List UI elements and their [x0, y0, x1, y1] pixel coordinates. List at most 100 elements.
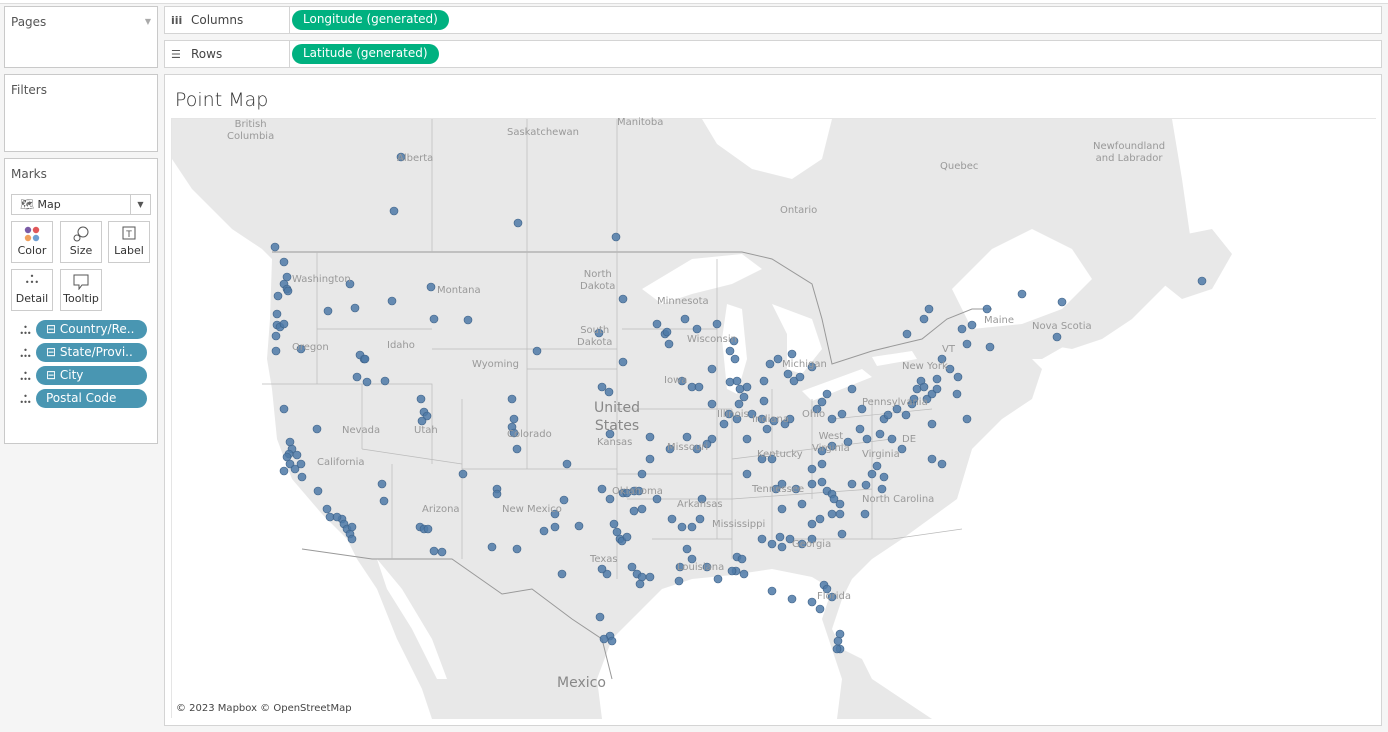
- map-point[interactable]: [719, 419, 729, 429]
- field-pill-country[interactable]: ⊟ Country/Re..: [36, 320, 147, 339]
- map-point[interactable]: [862, 434, 872, 444]
- map-point[interactable]: [332, 512, 342, 522]
- map-point[interactable]: [879, 472, 889, 482]
- latitude-pill[interactable]: Latitude (generated): [292, 44, 439, 64]
- map-point[interactable]: [817, 397, 827, 407]
- map-point[interactable]: [807, 597, 817, 607]
- map-point[interactable]: [509, 414, 519, 424]
- map-point[interactable]: [463, 315, 473, 325]
- map-point[interactable]: [664, 339, 674, 349]
- columns-shelf[interactable]: iii Columns Longitude (generated): [164, 6, 1382, 34]
- map-point[interactable]: [1057, 297, 1067, 307]
- map-point[interactable]: [423, 524, 433, 534]
- map-point[interactable]: [835, 499, 845, 509]
- map-point[interactable]: [919, 382, 929, 392]
- map-point[interactable]: [429, 314, 439, 324]
- map-point[interactable]: [833, 636, 843, 646]
- map-point[interactable]: [292, 450, 302, 460]
- map-point[interactable]: [924, 304, 934, 314]
- map-point[interactable]: [629, 506, 639, 516]
- map-point[interactable]: [559, 495, 569, 505]
- map-point[interactable]: [1017, 289, 1027, 299]
- map-point[interactable]: [762, 424, 772, 434]
- map-attribution[interactable]: © 2023 Mapbox © OpenStreetMap: [176, 703, 352, 714]
- map-point[interactable]: [682, 432, 692, 442]
- map-point[interactable]: [512, 444, 522, 454]
- map-point[interactable]: [775, 532, 785, 542]
- map-point[interactable]: [273, 291, 283, 301]
- map-point[interactable]: [283, 286, 293, 296]
- map-point[interactable]: [875, 429, 885, 439]
- map-point[interactable]: [817, 459, 827, 469]
- map-point[interactable]: [347, 534, 357, 544]
- map-point[interactable]: [618, 294, 628, 304]
- field-pill-state[interactable]: ⊟ State/Provi..: [36, 343, 147, 362]
- map-point[interactable]: [562, 459, 572, 469]
- map-point[interactable]: [611, 232, 621, 242]
- map-point[interactable]: [599, 634, 609, 644]
- map-point[interactable]: [532, 346, 542, 356]
- map-point[interactable]: [742, 382, 752, 392]
- map-point[interactable]: [957, 324, 967, 334]
- map-point[interactable]: [694, 382, 704, 392]
- map-point[interactable]: [362, 377, 372, 387]
- map-point[interactable]: [574, 521, 584, 531]
- map-point[interactable]: [707, 364, 717, 374]
- map-point[interactable]: [296, 459, 306, 469]
- map-point[interactable]: [787, 349, 797, 359]
- map-point[interactable]: [967, 320, 977, 330]
- map-point[interactable]: [795, 372, 805, 382]
- map-point[interactable]: [860, 509, 870, 519]
- map-point[interactable]: [682, 544, 692, 554]
- chevron-down-icon[interactable]: ▼: [130, 195, 150, 214]
- map-point[interactable]: [807, 464, 817, 474]
- map-point[interactable]: [887, 434, 897, 444]
- map-point[interactable]: [742, 434, 752, 444]
- map-point[interactable]: [350, 303, 360, 313]
- map-point[interactable]: [458, 469, 468, 479]
- map-point[interactable]: [767, 586, 777, 596]
- map-point[interactable]: [279, 319, 289, 329]
- map-point[interactable]: [827, 414, 837, 424]
- map-point[interactable]: [872, 461, 882, 471]
- map-point[interactable]: [822, 389, 832, 399]
- map-point[interactable]: [737, 554, 747, 564]
- map-point[interactable]: [861, 480, 871, 490]
- map-point[interactable]: [712, 319, 722, 329]
- map-point[interactable]: [557, 569, 567, 579]
- map-point[interactable]: [597, 564, 607, 574]
- pages-card[interactable]: Pages ▼: [4, 6, 158, 68]
- map-point[interactable]: [807, 519, 817, 529]
- map-point[interactable]: [883, 410, 893, 420]
- map-point[interactable]: [270, 242, 280, 252]
- map-point[interactable]: [272, 309, 282, 319]
- map-point[interactable]: [797, 499, 807, 509]
- map-point[interactable]: [677, 522, 687, 532]
- map-point[interactable]: [597, 484, 607, 494]
- map-point[interactable]: [707, 399, 717, 409]
- map-point[interactable]: [1052, 332, 1062, 342]
- map-point[interactable]: [692, 324, 702, 334]
- map-point[interactable]: [832, 644, 842, 654]
- map-point[interactable]: [739, 569, 749, 579]
- map-point[interactable]: [952, 389, 962, 399]
- map-point[interactable]: [827, 509, 837, 519]
- map-point[interactable]: [777, 542, 787, 552]
- map-point[interactable]: [271, 331, 281, 341]
- map-point[interactable]: [416, 394, 426, 404]
- map-point[interactable]: [597, 382, 607, 392]
- map-point[interactable]: [953, 372, 963, 382]
- map-point[interactable]: [607, 636, 617, 646]
- map-point[interactable]: [727, 566, 737, 576]
- map-point[interactable]: [757, 534, 767, 544]
- map-point[interactable]: [652, 319, 662, 329]
- map-point[interactable]: [807, 479, 817, 489]
- map-point[interactable]: [662, 327, 672, 337]
- rows-shelf[interactable]: ☰ Rows Latitude (generated): [164, 40, 1382, 68]
- map-point[interactable]: [919, 314, 929, 324]
- size-button[interactable]: Size: [60, 221, 102, 263]
- map-point[interactable]: [492, 489, 502, 499]
- detail-button[interactable]: • ••• Detail: [11, 269, 53, 311]
- point-map[interactable]: British Columbia Alberta Saskatchewan Manito…: [171, 117, 1377, 719]
- map-point[interactable]: [604, 387, 614, 397]
